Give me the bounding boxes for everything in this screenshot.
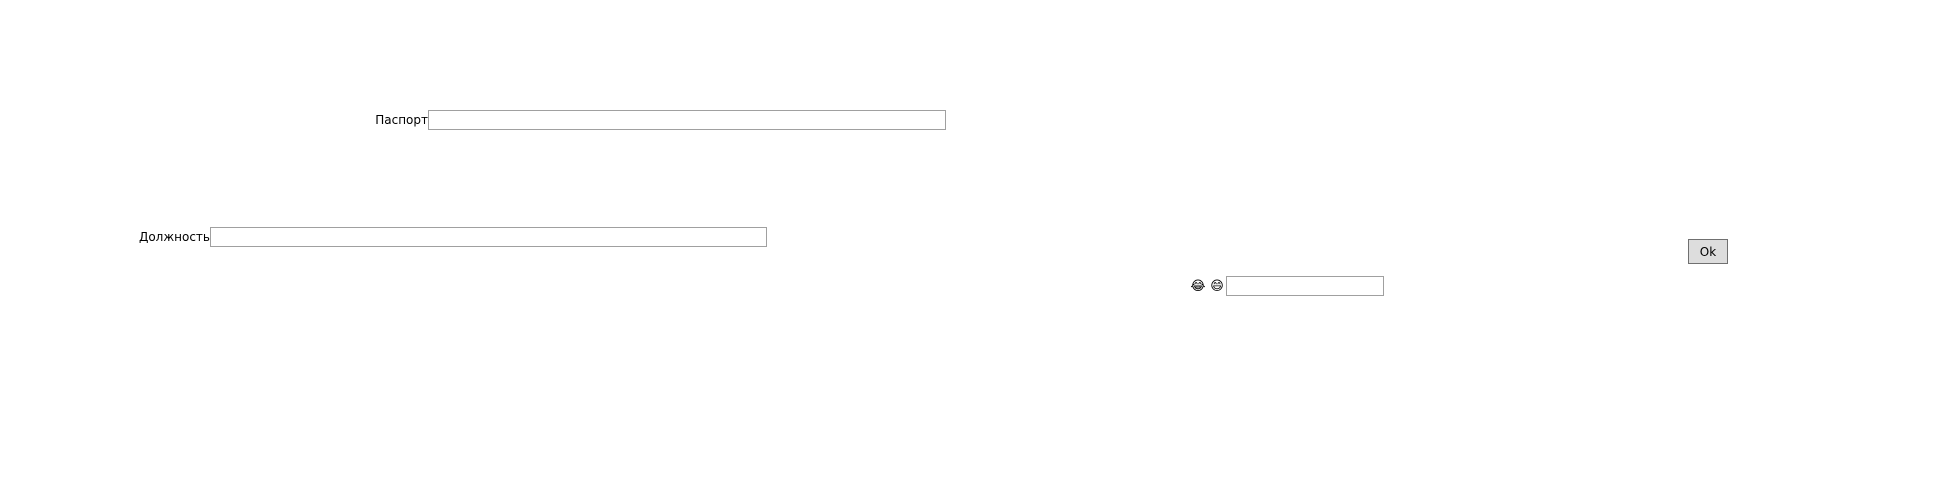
position-input[interactable] (210, 227, 767, 247)
passport-input[interactable] (428, 110, 946, 130)
passport-label: Паспорт (375, 113, 428, 127)
tears-of-joy-emoji-icon: 😂 (1190, 279, 1206, 294)
emoji-text-input[interactable] (1226, 276, 1384, 296)
position-label: Должность (138, 230, 210, 244)
ok-button[interactable]: Ok (1688, 239, 1728, 264)
grinning-face-emoji-icon: 😄 (1210, 279, 1224, 294)
